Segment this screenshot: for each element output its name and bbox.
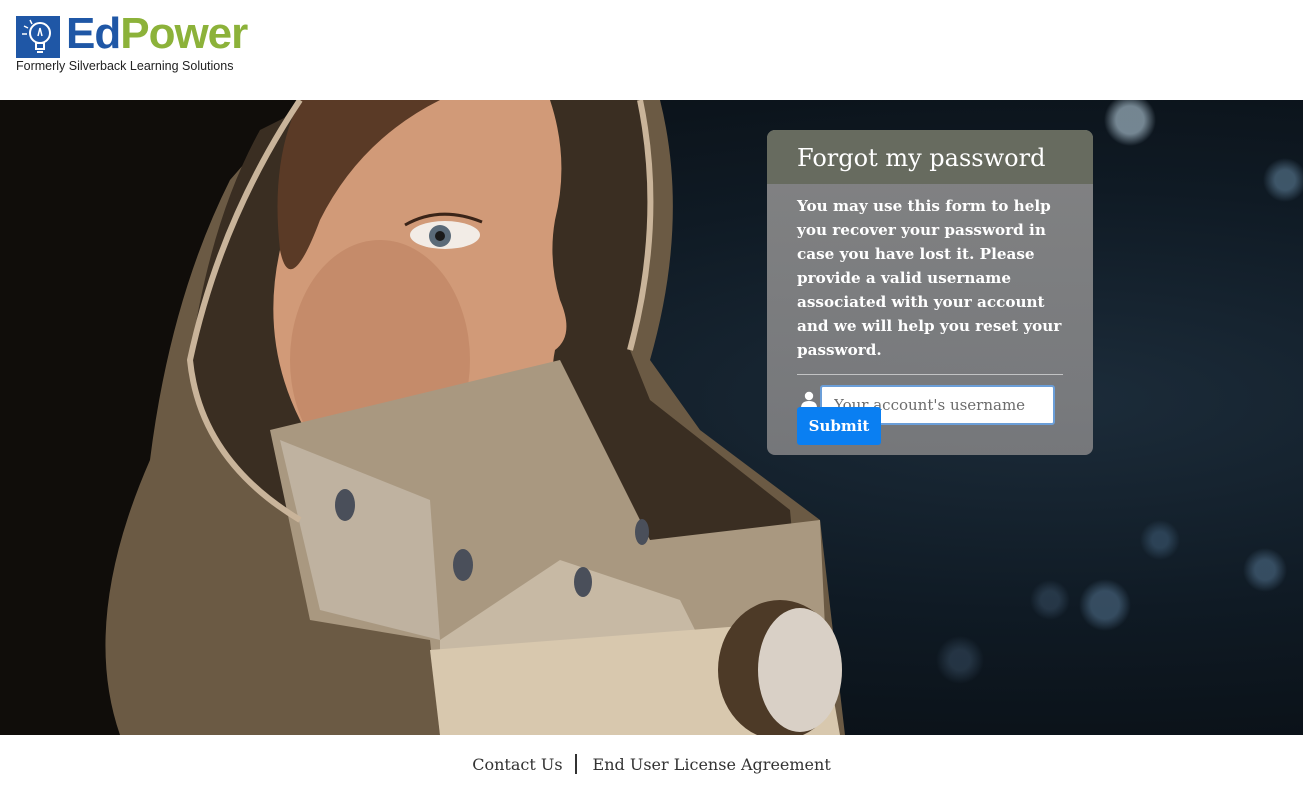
brand-name-power: Power [120,9,248,58]
hero-background: Forgot my password You may use this form… [0,100,1303,735]
card-title: Forgot my password [797,144,1046,172]
footer-links: Contact Us End User License Agreement [0,753,1303,776]
form-description: You may use this form to help you recove… [797,197,1062,359]
brand-tagline: Formerly Silverback Learning Solutions [16,59,234,73]
site-footer: Contact Us End User License Agreement [0,735,1303,805]
brand-name-ed: Ed [66,9,121,58]
eula-link[interactable]: End User License Agreement [593,755,831,774]
edpower-logo[interactable]: EdPower Formerly Silverback Learning Sol… [16,9,256,76]
submit-button[interactable]: Submit [797,407,881,445]
footer-separator [574,753,577,774]
card-body: You may use this form to help you recove… [767,184,1093,425]
brand-name: EdPower [66,8,248,60]
contact-us-link[interactable]: Contact Us [472,755,562,774]
card-header: Forgot my password [767,130,1093,184]
form-divider [797,374,1063,375]
lightbulb-icon [16,16,60,58]
site-header: EdPower Formerly Silverback Learning Sol… [0,0,1303,100]
hero-photo [0,100,846,735]
forgot-password-card: Forgot my password You may use this form… [767,130,1093,455]
